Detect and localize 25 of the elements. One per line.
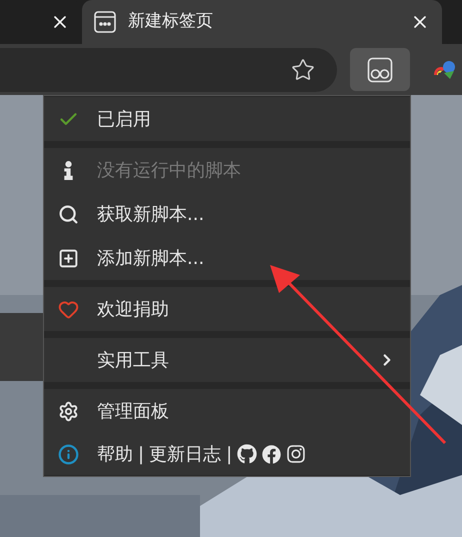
help-link[interactable]: 帮助	[97, 440, 133, 468]
facebook-icon[interactable]	[262, 444, 282, 464]
separator-text: |	[226, 442, 232, 466]
extension-icon	[367, 56, 393, 82]
menu-item[interactable]: 添加新脚本...	[44, 236, 410, 280]
globe-arrow-icon	[432, 58, 456, 80]
menu-item[interactable]: 已启用	[44, 97, 410, 141]
github-icon[interactable]	[237, 444, 258, 464]
tab-title: 新建标签页	[128, 10, 214, 34]
settings-icon	[58, 400, 79, 422]
menu-item[interactable]: 获取新脚本...	[44, 192, 410, 236]
tab-page-icon	[94, 11, 116, 33]
instagram-icon[interactable]	[286, 444, 306, 464]
extension-button[interactable]	[350, 48, 410, 91]
separator-text: |	[138, 442, 144, 466]
menu-item[interactable]: 实用工具	[44, 338, 410, 382]
search-icon	[58, 204, 79, 224]
heart-icon	[58, 298, 79, 320]
help-link[interactable]: 更新日志	[149, 440, 222, 468]
plus-square-icon	[58, 248, 79, 268]
info-icon	[58, 444, 79, 464]
star-icon[interactable]	[291, 58, 315, 82]
browser-tab[interactable]: 新建标签页	[82, 0, 442, 44]
menu-item[interactable]: 管理面板	[44, 389, 410, 433]
menu-item[interactable]: 欢迎捐助	[44, 287, 410, 331]
